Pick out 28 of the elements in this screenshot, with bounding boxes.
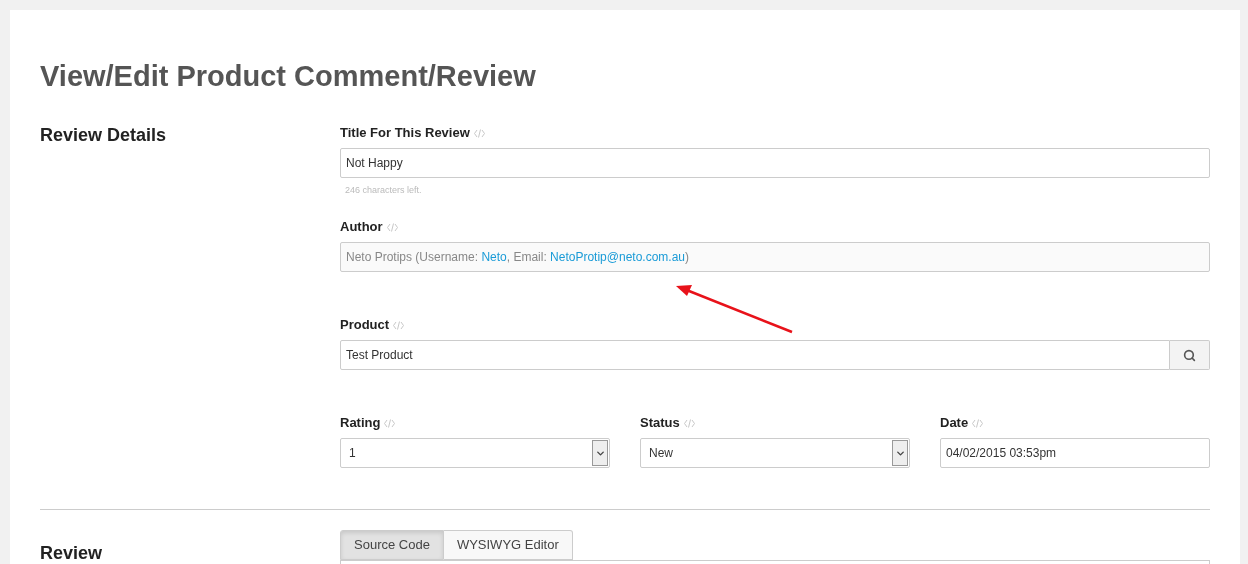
field-label: Rating	[340, 414, 381, 433]
page-title: View/Edit Product Comment/Review	[40, 59, 537, 94]
field-label: Status	[640, 414, 680, 433]
section-title: Review	[40, 543, 103, 563]
search-icon	[1183, 348, 1196, 362]
help-text: 246 characters left.	[345, 184, 423, 196]
product-input[interactable]: Test Product	[340, 340, 1170, 370]
dropdown-icon	[592, 440, 608, 466]
code-icon	[683, 418, 695, 428]
dropdown-icon	[892, 440, 908, 466]
field-label: Product	[340, 316, 390, 335]
editor-tab[interactable]: WYSIWYG Editor	[443, 530, 573, 560]
section-title: Review Details	[40, 125, 167, 145]
field-label: Date	[940, 414, 969, 433]
title-input[interactable]: Not Happy	[340, 148, 1210, 178]
field-label: Title For This Review	[340, 124, 470, 143]
code-icon	[384, 418, 396, 428]
author-text: Neto Protips (Username: Neto, Email: NetoProtip@neto.com.au)	[346, 249, 689, 266]
date-input[interactable]: 04/02/2015 03:53pm	[940, 438, 1210, 468]
code-icon	[386, 222, 398, 232]
code-icon	[473, 128, 485, 138]
select-field[interactable]: New	[640, 438, 910, 468]
field-label: Author	[340, 218, 383, 237]
code-icon	[972, 418, 984, 428]
editor-tab[interactable]: Source Code	[340, 530, 444, 560]
code-icon	[393, 320, 405, 330]
select-field[interactable]: 1	[340, 438, 610, 468]
search-button[interactable]	[1170, 340, 1210, 370]
